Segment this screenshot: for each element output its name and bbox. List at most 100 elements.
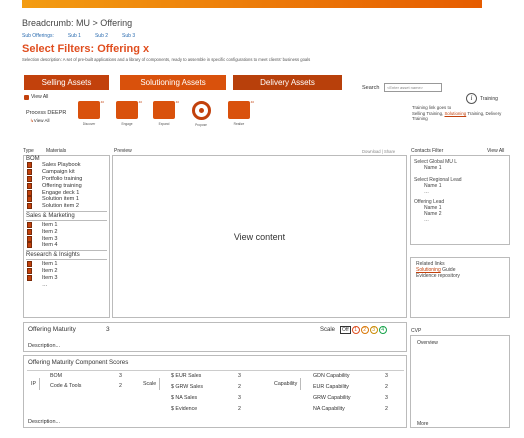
list-item[interactable]: Solution item 2 xyxy=(24,203,109,210)
divider xyxy=(26,258,107,260)
top-accent-bar xyxy=(22,0,482,8)
divider xyxy=(26,210,107,212)
list-item[interactable]: Offering training xyxy=(24,182,109,189)
score-name: BOM xyxy=(50,373,63,379)
step-caption: Propose xyxy=(195,123,207,127)
marker-icon xyxy=(24,94,29,100)
process-step-expand[interactable]: 40 Expand xyxy=(150,100,179,126)
scale-1[interactable]: 1 xyxy=(351,326,360,334)
list-item[interactable]: Item 3 xyxy=(24,274,109,281)
training-link[interactable]: Training xyxy=(480,96,498,102)
download-share-link[interactable]: Download | Share xyxy=(362,149,395,154)
view-all-assets-link[interactable]: View All xyxy=(24,94,48,100)
maturity-title: Offering Maturity xyxy=(28,326,76,333)
list-item[interactable]: Item 2 xyxy=(24,267,109,275)
list-item[interactable]: Campaign kit xyxy=(24,169,109,176)
score-value: 2 xyxy=(119,383,122,389)
materials-header: Materials xyxy=(46,148,67,154)
score-value: 2 xyxy=(238,406,241,412)
score-value: 2 xyxy=(385,406,388,412)
info-icon[interactable]: i xyxy=(466,93,477,104)
document-icon xyxy=(27,203,32,210)
process-step-realize[interactable]: 40 Realize xyxy=(225,100,254,126)
realize-icon: 40 xyxy=(228,100,254,119)
breadcrumb[interactable]: Breadcrumb: MU > Offering xyxy=(22,18,132,28)
process-step-engage[interactable]: 40 Engage xyxy=(113,100,142,126)
target-icon xyxy=(191,101,211,120)
score-value: 3 xyxy=(238,395,241,401)
components-description: Description... xyxy=(28,419,61,425)
document-icon xyxy=(27,175,32,182)
score-name: $ EUR Sales xyxy=(171,373,202,379)
scale-off[interactable]: Off xyxy=(340,326,351,334)
list-item[interactable]: Portfolio training xyxy=(24,175,109,183)
list-item[interactable]: Item 3 xyxy=(24,235,109,242)
contacts-filter-header: Contacts Filter xyxy=(411,148,444,154)
type-header: Type xyxy=(23,148,34,154)
cvp-title: CVP xyxy=(411,328,422,334)
solutioning-training-link[interactable]: Solutioning xyxy=(444,111,466,116)
document-icon xyxy=(27,267,32,274)
step-caption: Discover xyxy=(82,122,96,126)
tab-delivery-assets[interactable]: Delivery Assets xyxy=(233,75,342,90)
list-item[interactable]: Item 1 xyxy=(24,221,109,229)
document-icon xyxy=(27,162,32,169)
research-insights-title: Research & Insights xyxy=(26,251,80,258)
document-icon xyxy=(27,189,32,196)
process-step-propose[interactable]: Propose xyxy=(187,101,215,127)
step-caption: Realize xyxy=(233,122,245,126)
score-name: NA Capability xyxy=(313,406,345,412)
sub-offerings-label: Sub Offerings: xyxy=(22,33,54,39)
score-value: 2 xyxy=(385,384,388,390)
score-name: GDN Capability xyxy=(313,373,350,379)
selection-description: Selection description: A set of pre-buil… xyxy=(22,57,311,62)
scale-3[interactable]: 3 xyxy=(369,326,378,334)
sub-link-2[interactable]: Sub 2 xyxy=(95,33,108,39)
score-name: Code & Tools xyxy=(50,383,82,389)
divider xyxy=(26,249,107,251)
training-links-text: Training link goes to Selling Training, … xyxy=(412,105,512,122)
page-title: Select Filters: Offering x xyxy=(22,43,150,55)
document-icon xyxy=(27,261,32,268)
list-item[interactable]: Engage deck 1 xyxy=(24,189,109,196)
document-icon xyxy=(27,228,32,235)
divider xyxy=(27,370,404,371)
score-name: $ Evidence xyxy=(171,406,198,412)
document-icon xyxy=(27,235,32,242)
ip-label: IP xyxy=(31,378,41,390)
score-value: 3 xyxy=(119,373,122,379)
scale-4[interactable]: 4 xyxy=(378,326,387,334)
process-step-discover[interactable]: 40 Discover xyxy=(75,100,104,126)
list-item[interactable]: Item 4 xyxy=(24,242,109,249)
selling-training-link[interactable]: Selling Training, xyxy=(412,111,443,116)
preview-header: Preview xyxy=(114,148,132,154)
sub-link-3[interactable]: Sub 3 xyxy=(122,33,135,39)
document-icon xyxy=(27,274,32,281)
scale-selector[interactable]: Off 1 2 3 4 xyxy=(340,326,387,334)
list-item[interactable]: Item 1 xyxy=(24,261,109,268)
discover-icon: 40 xyxy=(78,100,104,119)
list-more: … xyxy=(42,281,48,288)
score-name: $ NA Sales xyxy=(171,395,198,401)
contacts-view-all-link[interactable]: View All xyxy=(487,148,504,154)
tab-solutioning-assets[interactable]: Solutioning Assets xyxy=(120,75,226,90)
sub-offerings-nav: Sub Offerings: Sub 1 Sub 2 Sub 3 xyxy=(22,33,135,39)
maturity-description: Description... xyxy=(28,343,61,349)
score-value: 2 xyxy=(238,384,241,390)
list-item[interactable]: Solution item 1 xyxy=(24,196,109,203)
document-icon xyxy=(27,182,32,189)
list-item[interactable]: Sales Playbook xyxy=(24,162,109,169)
related-links-panel: Related links Solutioning Guide Evidence… xyxy=(410,257,510,318)
evidence-repository-link[interactable]: Evidence repository xyxy=(416,273,509,279)
list-item[interactable]: Item 2 xyxy=(24,228,109,235)
search-label: Search xyxy=(362,85,380,91)
process-view-all-link[interactable]: ↳View All xyxy=(30,118,49,124)
cvp-more-link[interactable]: More xyxy=(417,421,428,427)
scale-2[interactable]: 2 xyxy=(360,326,369,334)
divider xyxy=(26,219,107,221)
tab-selling-assets[interactable]: Selling Assets xyxy=(24,75,109,90)
search-input[interactable]: <Enter asset name> xyxy=(384,83,442,92)
maturity-value: 3 xyxy=(106,326,110,333)
sub-link-1[interactable]: Sub 1 xyxy=(68,33,81,39)
component-scores-panel: Offering Maturity Component Scores IP BO… xyxy=(23,355,407,428)
